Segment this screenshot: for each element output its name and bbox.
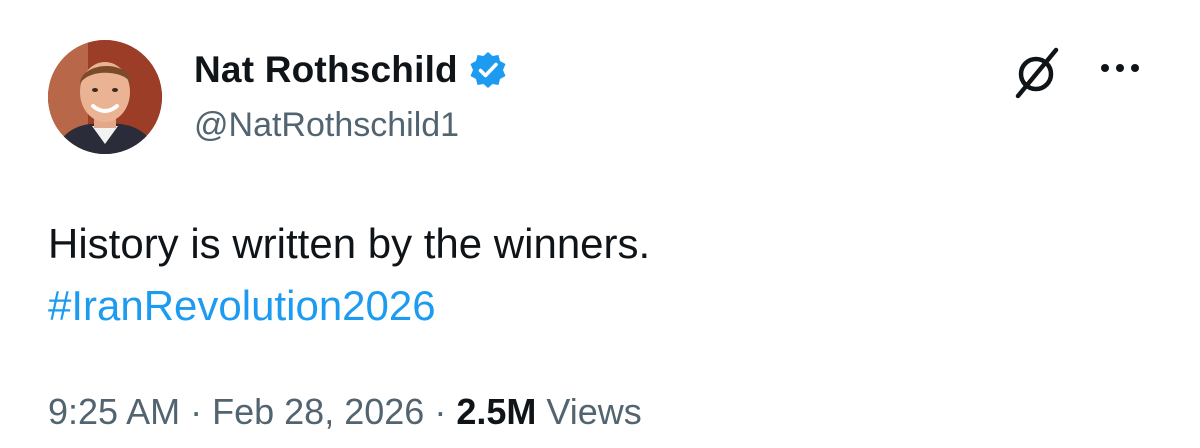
- views-label: Views: [546, 391, 642, 432]
- tweet-meta: 9:25 AM · Feb 28, 2026 · 2.5M Views: [48, 386, 642, 438]
- hashtag-link[interactable]: #IranRevolution2026: [48, 276, 436, 336]
- views-count[interactable]: 2.5M: [456, 391, 536, 432]
- tweet-date[interactable]: Feb 28, 2026: [212, 391, 424, 432]
- author-name-row: Nat Rothschild: [194, 46, 508, 94]
- verified-badge-icon[interactable]: [468, 50, 508, 90]
- author-handle[interactable]: @NatRothschild1: [194, 106, 459, 145]
- more-options-icon[interactable]: [1098, 58, 1142, 78]
- avatar[interactable]: [48, 40, 162, 154]
- meta-separator: ·: [434, 391, 447, 432]
- profile-photo-icon: [48, 40, 162, 154]
- tweet-time[interactable]: 9:25 AM: [48, 391, 180, 432]
- author-display-name[interactable]: Nat Rothschild: [194, 49, 458, 91]
- grok-icon[interactable]: [1012, 44, 1062, 100]
- tweet-card[interactable]: Nat Rothschild @NatRothschild1 History i…: [0, 0, 1200, 448]
- meta-separator: ·: [190, 391, 203, 432]
- tweet-text: History is written by the winners.: [48, 220, 651, 267]
